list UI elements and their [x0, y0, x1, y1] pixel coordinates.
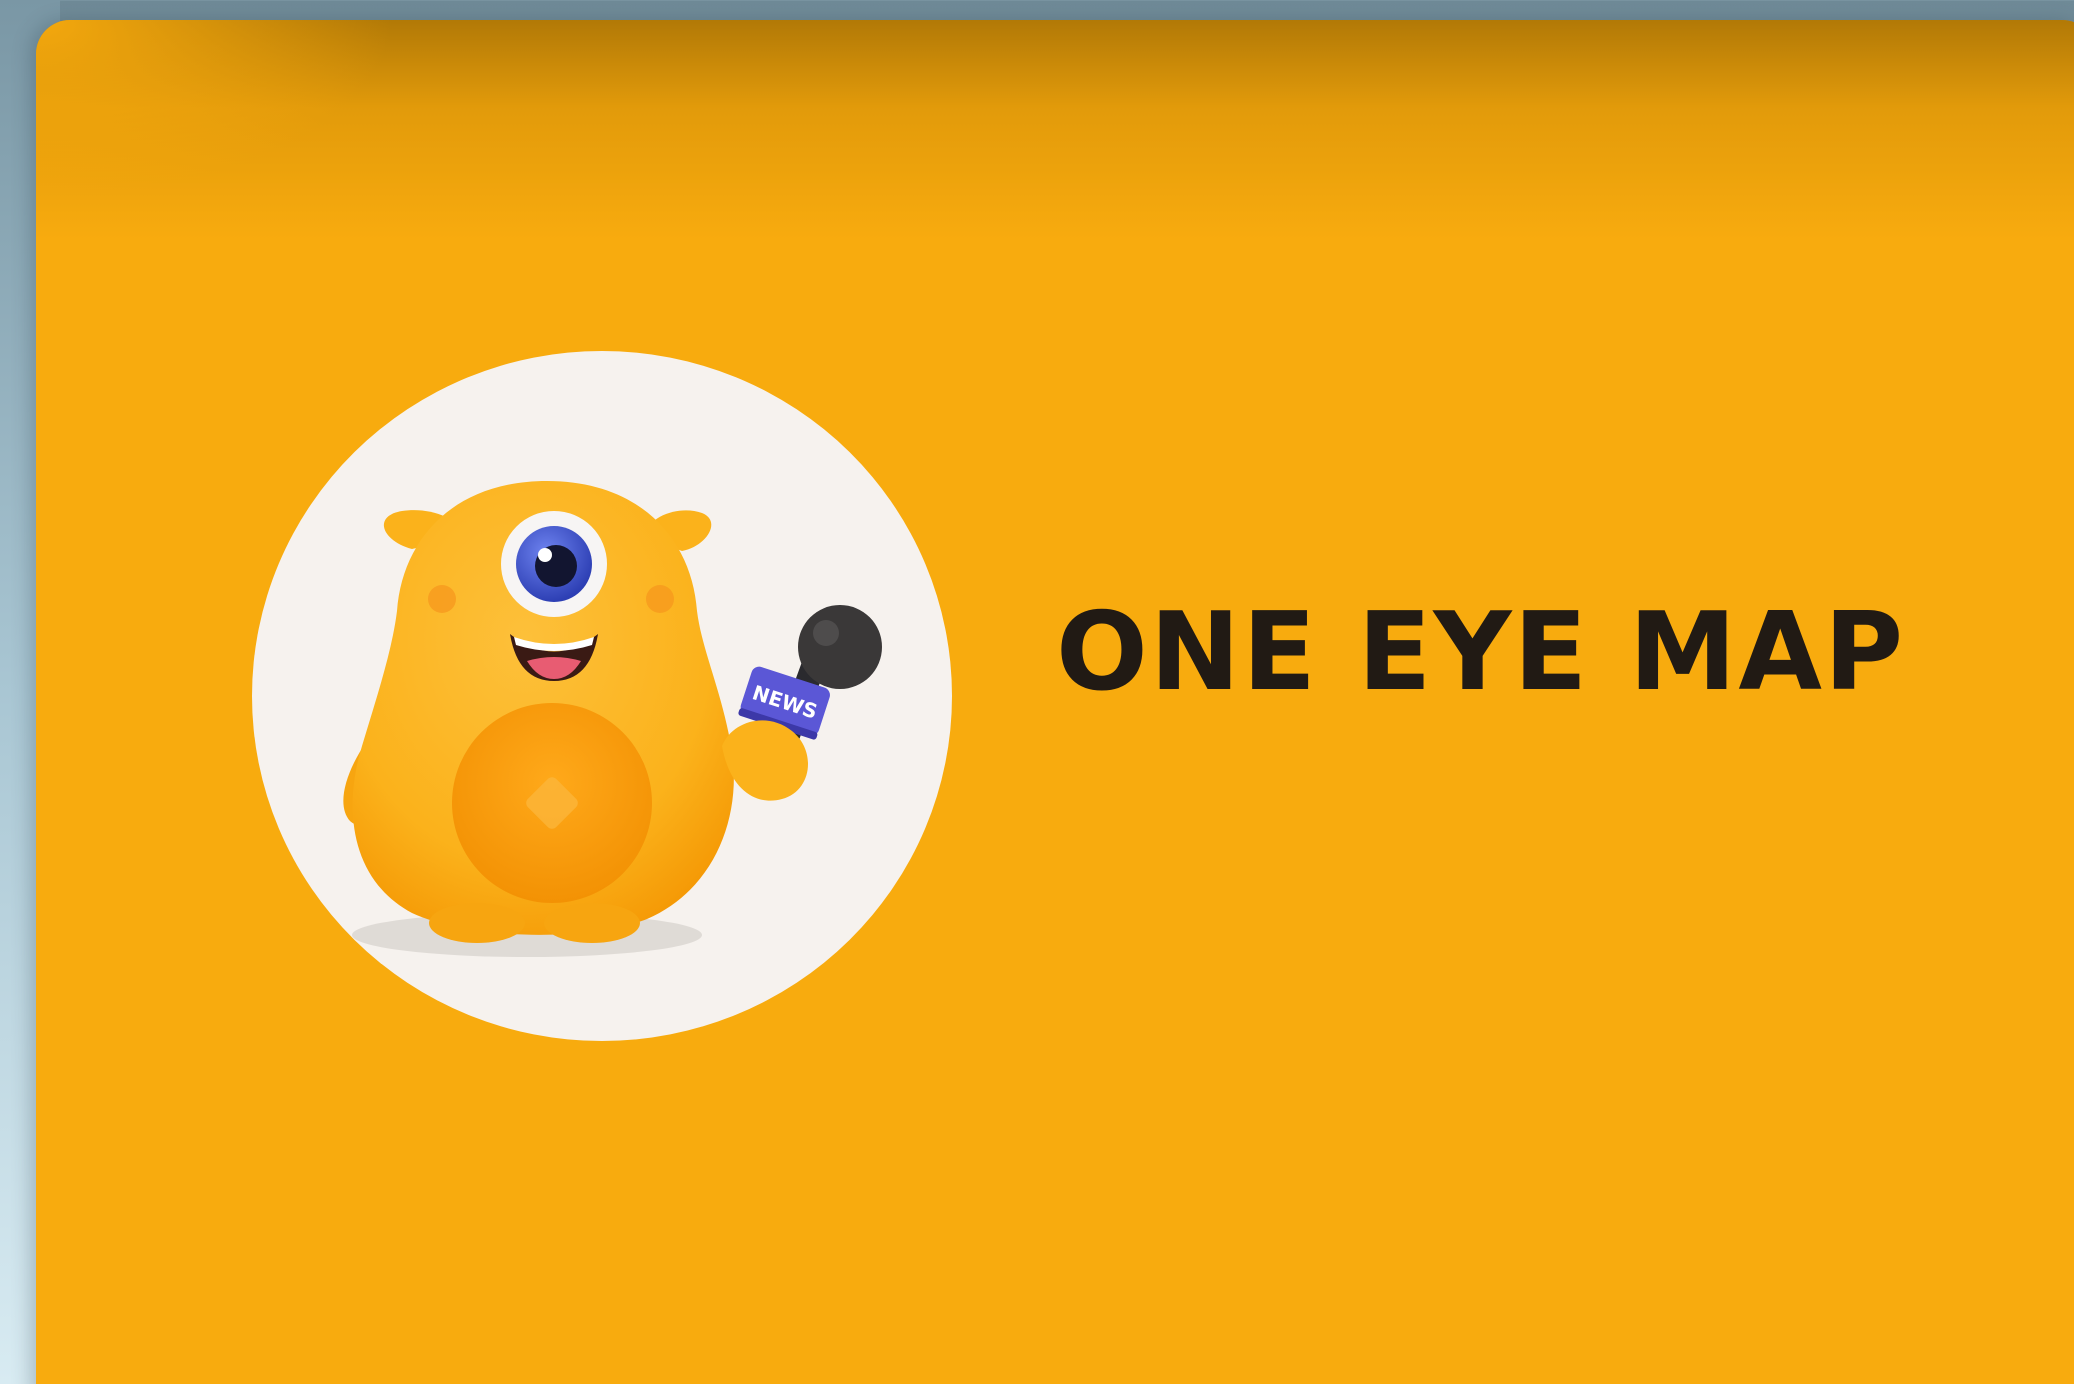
right-cheek	[646, 585, 674, 613]
left-cheek	[428, 585, 456, 613]
card-top-shadow	[36, 20, 2074, 240]
mascot-icon: NEWS	[343, 481, 882, 957]
right-foot	[544, 903, 640, 943]
brand-card: NEWS ONE EYE MAP	[36, 20, 2074, 1384]
brand-title: ONE EYE MAP	[1056, 590, 1906, 715]
card-top-highlight	[36, 20, 396, 200]
left-foot	[429, 903, 525, 943]
eye-highlight	[538, 548, 552, 562]
mic-head-shine	[813, 620, 839, 646]
mic-head	[798, 605, 882, 689]
